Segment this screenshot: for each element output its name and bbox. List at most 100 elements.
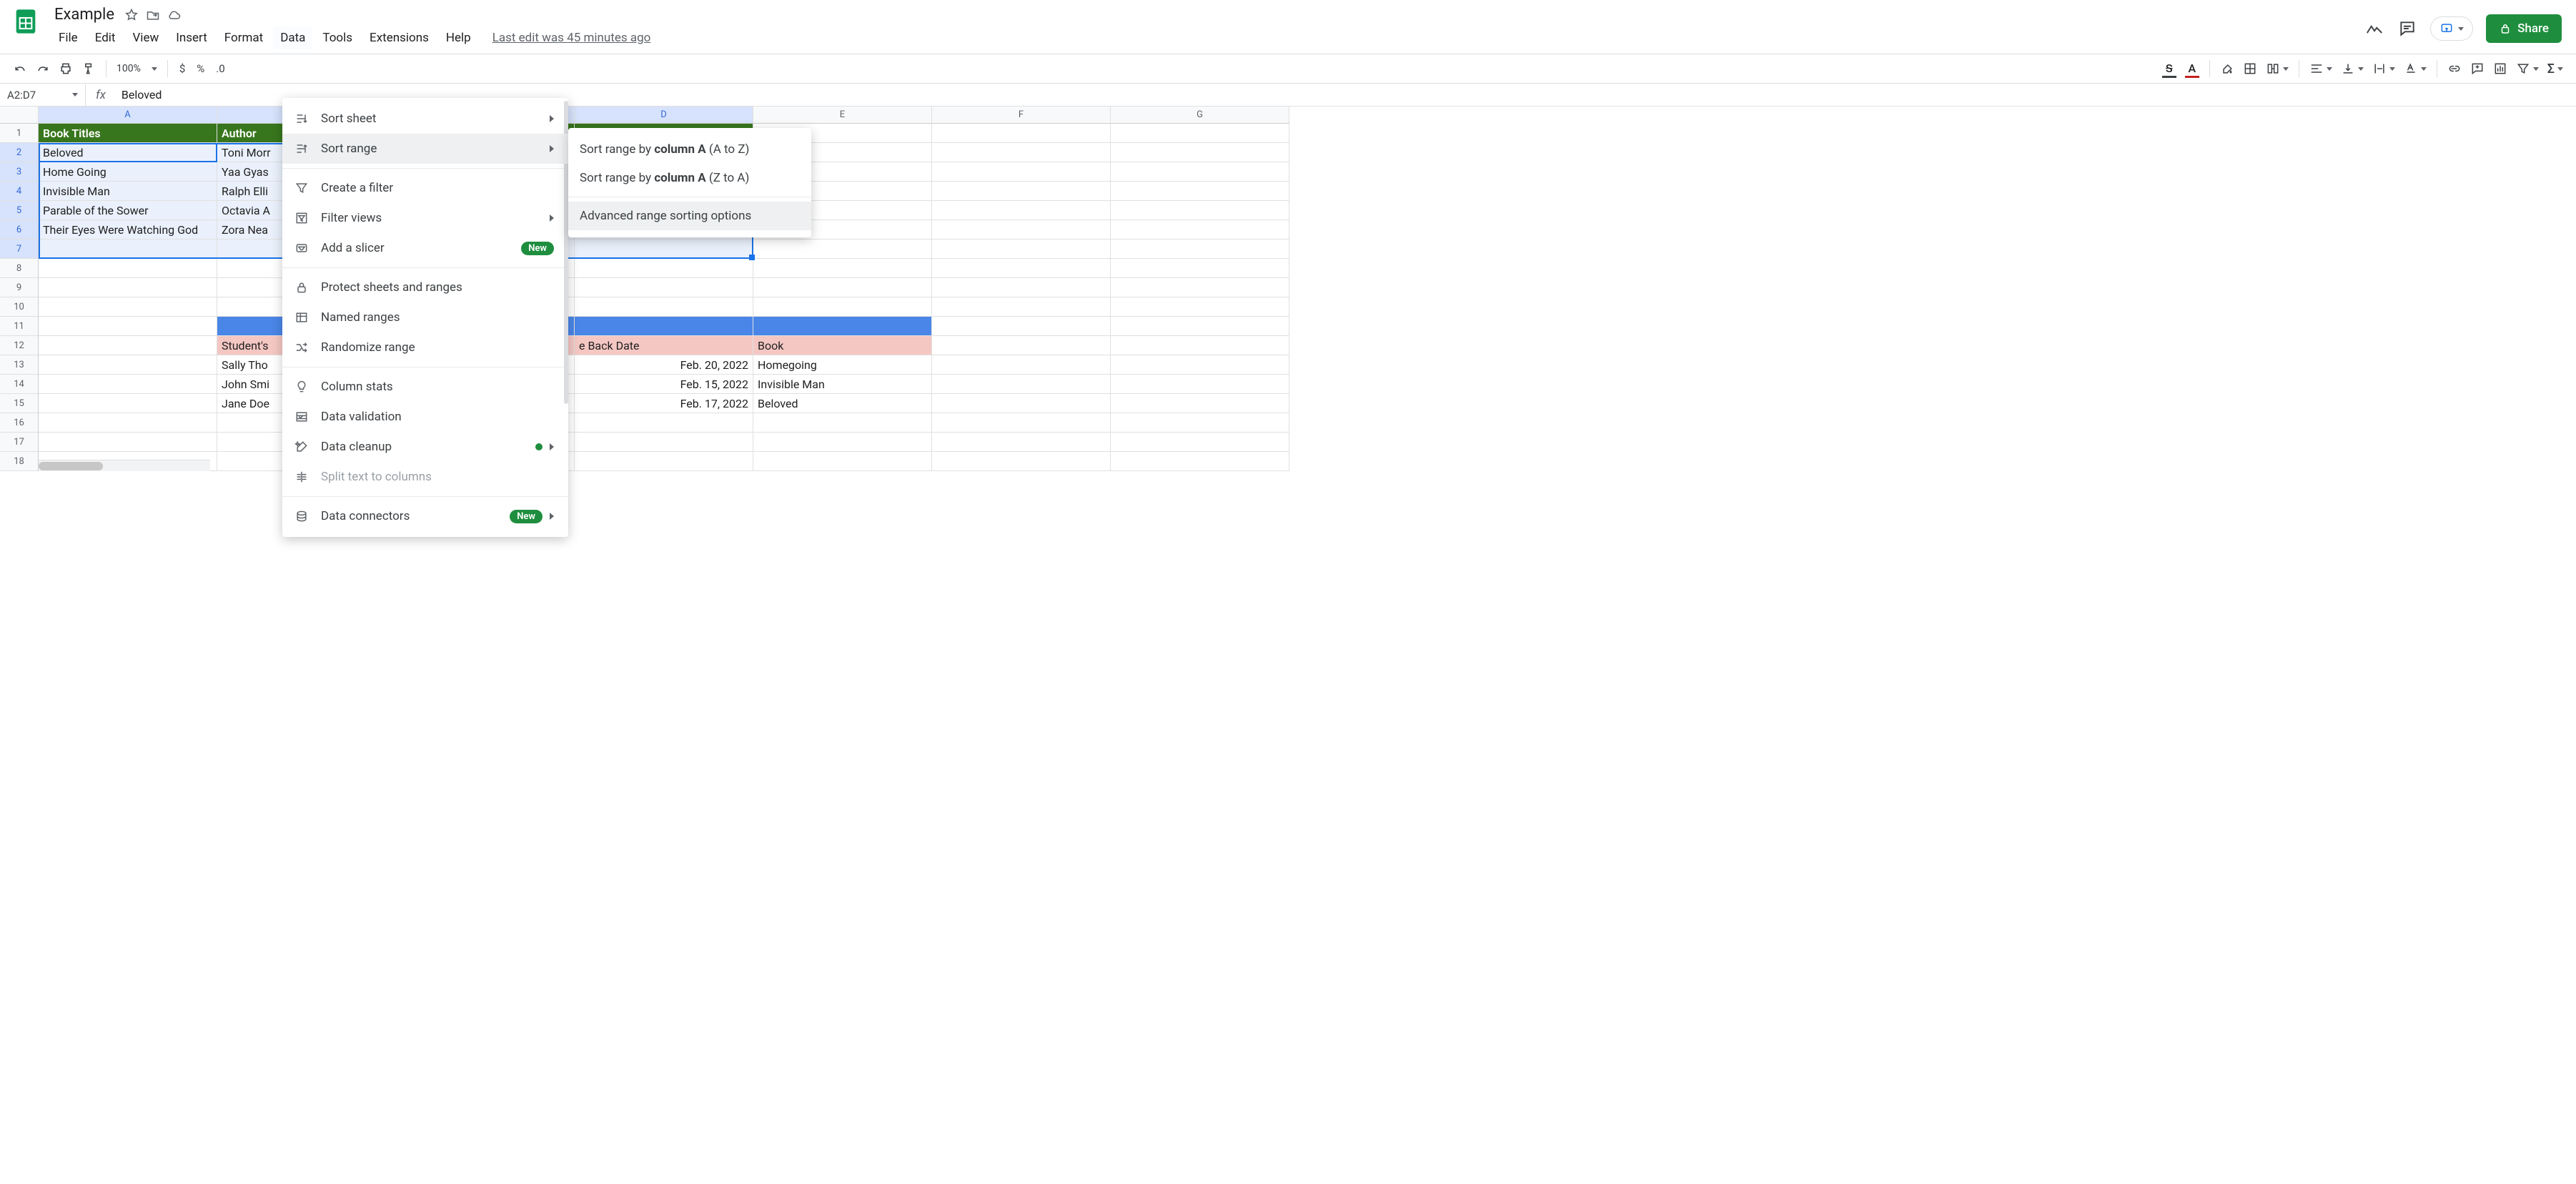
menu-format[interactable]: Format	[217, 26, 270, 49]
cell[interactable]	[575, 240, 753, 259]
row-header[interactable]: 7	[0, 240, 39, 259]
cell[interactable]	[932, 201, 1111, 220]
cell[interactable]	[39, 317, 217, 336]
cell[interactable]	[575, 433, 753, 452]
cell[interactable]	[39, 297, 217, 317]
menu-item-data-validation[interactable]: Data validation	[282, 402, 568, 432]
row-header[interactable]: 9	[0, 278, 39, 297]
cell[interactable]	[1111, 124, 1289, 143]
text-wrap-button[interactable]	[2369, 59, 2398, 79]
cell[interactable]	[1111, 259, 1289, 278]
cell[interactable]	[1111, 143, 1289, 162]
cell[interactable]: Beloved	[753, 394, 932, 413]
cell[interactable]	[39, 433, 217, 452]
menu-item-named-ranges[interactable]: Named ranges	[282, 302, 568, 332]
format-percent-button[interactable]: %	[192, 59, 209, 79]
cell[interactable]	[1111, 278, 1289, 297]
cell[interactable]	[932, 336, 1111, 355]
menu-item-sort-range[interactable]: Sort range	[282, 134, 568, 164]
cell[interactable]	[1111, 336, 1289, 355]
cell[interactable]	[753, 240, 932, 259]
menu-item-randomize-range[interactable]: Randomize range	[282, 332, 568, 362]
redo-button[interactable]	[33, 59, 53, 79]
menu-item-sort-sheet[interactable]: Sort sheet	[282, 104, 568, 134]
borders-button[interactable]	[2240, 59, 2260, 79]
row-header[interactable]: 10	[0, 297, 39, 317]
cloud-status-icon[interactable]	[167, 8, 182, 22]
cell[interactable]: Home Going	[39, 162, 217, 182]
cell[interactable]	[1111, 162, 1289, 182]
cell[interactable]	[39, 259, 217, 278]
row-header[interactable]: 6	[0, 220, 39, 240]
select-all-corner[interactable]	[0, 107, 39, 124]
column-header-D[interactable]: D	[575, 107, 753, 124]
menu-edit[interactable]: Edit	[88, 26, 123, 49]
cell[interactable]: Homegoing	[753, 355, 932, 375]
row-header[interactable]: 5	[0, 201, 39, 220]
row-header[interactable]: 18	[0, 452, 39, 471]
cell[interactable]: Feb. 15, 2022	[575, 375, 753, 394]
document-title[interactable]: Example	[51, 6, 117, 24]
menu-data[interactable]: Data	[273, 26, 312, 49]
strikethrough-button[interactable]: S	[2159, 59, 2179, 78]
cell[interactable]	[753, 452, 932, 471]
menu-item-data-cleanup[interactable]: Data cleanup	[282, 432, 568, 462]
present-button[interactable]	[2430, 16, 2473, 41]
cell[interactable]	[575, 452, 753, 471]
cell[interactable]	[39, 394, 217, 413]
cell[interactable]: Invisible Man	[39, 182, 217, 201]
cell[interactable]	[39, 355, 217, 375]
cell[interactable]	[932, 297, 1111, 317]
cell[interactable]	[1111, 240, 1289, 259]
cell[interactable]	[753, 259, 932, 278]
cell[interactable]	[575, 278, 753, 297]
filter-toolbar-button[interactable]	[2513, 59, 2542, 79]
cell[interactable]	[932, 220, 1111, 240]
row-header[interactable]: 8	[0, 259, 39, 278]
cell[interactable]: Their Eyes Were Watching God	[39, 220, 217, 240]
format-currency-button[interactable]: $	[175, 59, 189, 79]
cell[interactable]	[932, 278, 1111, 297]
row-header[interactable]: 15	[0, 394, 39, 413]
paint-format-button[interactable]	[79, 59, 99, 79]
cell[interactable]	[39, 278, 217, 297]
cell[interactable]: Book Titles	[39, 124, 217, 143]
cell[interactable]: Invisible Man	[753, 375, 932, 394]
cell[interactable]	[932, 375, 1111, 394]
cell[interactable]	[1111, 220, 1289, 240]
horizontal-align-button[interactable]	[2307, 59, 2335, 79]
name-box[interactable]: A2:D7	[0, 84, 86, 106]
column-header-G[interactable]: G	[1111, 107, 1289, 124]
cell[interactable]	[1111, 201, 1289, 220]
decrease-decimal-button[interactable]: .0	[212, 59, 229, 79]
row-header[interactable]: 1	[0, 124, 39, 143]
zoom-dropdown[interactable]: 100%	[114, 59, 160, 79]
submenu-item[interactable]: Sort range by column A (Z to A)	[568, 164, 811, 192]
cell[interactable]	[932, 433, 1111, 452]
menu-item-filter-views[interactable]: Filter views	[282, 203, 568, 233]
fill-color-button[interactable]	[2217, 59, 2237, 79]
row-header[interactable]: 12	[0, 336, 39, 355]
menu-item-data-connectors[interactable]: Data connectorsNew	[282, 501, 568, 531]
comments-icon[interactable]	[2397, 19, 2417, 39]
cell[interactable]	[932, 182, 1111, 201]
cell[interactable]	[575, 259, 753, 278]
cell[interactable]	[575, 297, 753, 317]
insert-link-button[interactable]	[2444, 59, 2464, 79]
text-color-button[interactable]: A	[2182, 59, 2202, 78]
row-header[interactable]: 16	[0, 413, 39, 433]
cell[interactable]	[753, 278, 932, 297]
cell[interactable]	[753, 413, 932, 433]
column-header-A[interactable]: A	[39, 107, 217, 124]
cell[interactable]	[1111, 375, 1289, 394]
cell[interactable]: Parable of the Sower	[39, 201, 217, 220]
cell[interactable]	[932, 355, 1111, 375]
cell[interactable]	[1111, 394, 1289, 413]
row-header[interactable]: 2	[0, 143, 39, 162]
cell[interactable]	[1111, 317, 1289, 336]
cell[interactable]	[932, 394, 1111, 413]
row-header[interactable]: 14	[0, 375, 39, 394]
cell[interactable]	[932, 240, 1111, 259]
cell[interactable]	[932, 452, 1111, 471]
menu-tools[interactable]: Tools	[315, 26, 360, 49]
